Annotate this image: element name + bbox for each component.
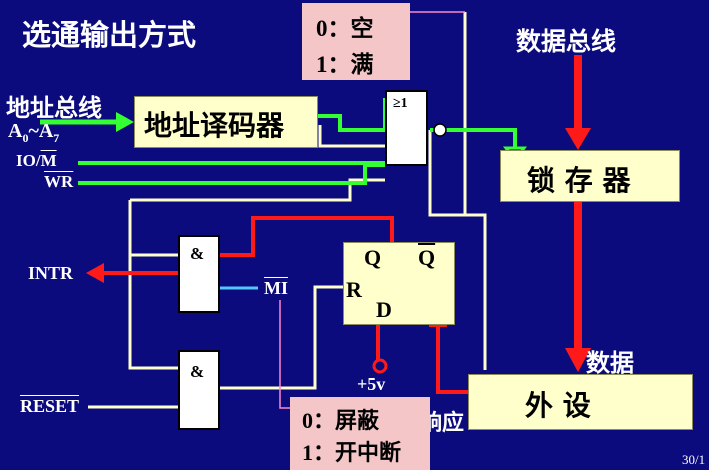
slide: 选通输出方式 地址总线 A0~A7 IO/M WR 地址译码器 ≥1 0：空 1…	[0, 0, 709, 470]
plus5v-label: +5v	[357, 374, 386, 394]
mask-callout-line	[279, 300, 290, 409]
status-note-line1: 0：空	[316, 16, 374, 41]
peripheral-block: 外 设	[468, 374, 693, 430]
address-decoder-block: 地址译码器	[134, 96, 318, 148]
or-gate-symbol: ≥1	[393, 96, 408, 111]
status-note: 0：空 1：满	[302, 3, 410, 80]
intr-label: INTR	[28, 263, 74, 283]
data-bus-label: 数据总线	[516, 27, 617, 56]
io-m-label: IO/M	[16, 151, 57, 170]
flipflop-r: R	[346, 277, 362, 302]
left-loop-wire	[128, 200, 178, 370]
wr-label: WR	[44, 172, 74, 191]
response-wire	[436, 325, 468, 394]
flipflop-block: Q Q R D	[343, 242, 455, 325]
address-decoder-label: 地址译码器	[144, 109, 285, 142]
and-gate-bottom-symbol: &	[190, 362, 205, 381]
data-label: 数据	[586, 349, 634, 377]
and-gate-bottom: &	[178, 350, 220, 430]
latch-block: 锁 存 器	[500, 150, 680, 202]
and-gate-top-symbol: &	[190, 244, 205, 263]
decoder-to-or-top-wire	[340, 98, 390, 132]
flipflop-d: D	[376, 297, 392, 322]
peripheral-label: 外 设	[525, 389, 591, 422]
page-title: 选通输出方式	[22, 18, 197, 52]
reset-label: RESET	[20, 396, 80, 416]
data-bus-arrowhead	[565, 128, 591, 150]
mask-note-line2: 1：开中断	[302, 440, 402, 465]
flipflop-q-bar: Q	[418, 245, 436, 270]
latch-label: 锁 存 器	[527, 164, 631, 197]
mask-note: 0：屏蔽 1：开中断	[290, 397, 430, 470]
plus5v-terminal	[372, 358, 388, 374]
and-gate-top: &	[178, 235, 220, 313]
mi-label: MI	[264, 278, 288, 298]
intr-arrowhead	[86, 263, 104, 283]
address-range-label: A0~A7	[8, 120, 60, 145]
flipflop-q: Q	[364, 245, 382, 270]
and2-to-r-wire	[220, 285, 343, 390]
mask-note-line1: 0：屏蔽	[302, 408, 380, 433]
page-number: 30/1	[682, 452, 706, 467]
address-arrowhead	[116, 112, 134, 132]
pale-wires	[88, 12, 487, 409]
status-note-line2: 1：满	[316, 52, 374, 77]
address-bus-label: 地址总线	[6, 94, 102, 122]
wr-wire	[78, 163, 385, 185]
or-gate: ≥1	[385, 90, 428, 166]
or-inverter-bubble	[433, 123, 447, 137]
decoder-out-wire	[318, 114, 385, 132]
